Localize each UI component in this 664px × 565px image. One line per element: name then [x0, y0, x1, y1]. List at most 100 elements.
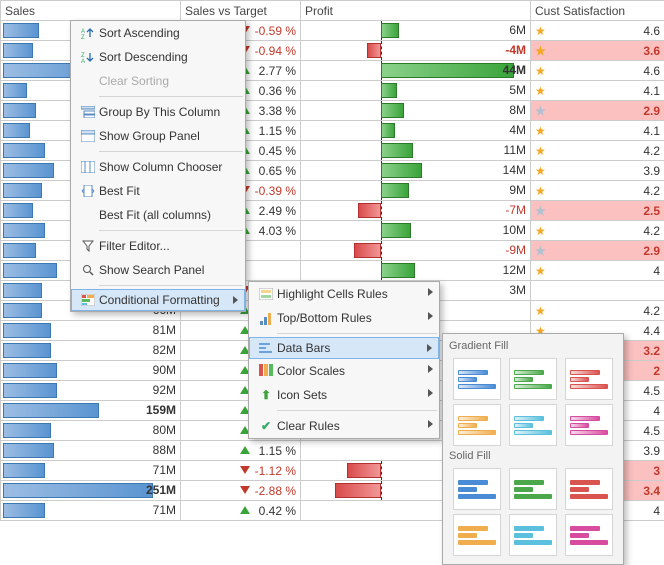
cell-cs[interactable]: ★2.9: [531, 241, 664, 261]
databar-gradient-tile[interactable]: [453, 404, 501, 446]
column-context-menu[interactable]: AZ Sort Ascending ZA Sort Descending Cle…: [70, 20, 246, 312]
submenu-highlight-cells[interactable]: Highlight Cells Rules: [249, 282, 439, 306]
cell-profit[interactable]: 6M: [301, 21, 531, 41]
databar-gradient-tile[interactable]: [509, 404, 557, 446]
cell-cs[interactable]: ★4.2: [531, 221, 664, 241]
cell-profit[interactable]: -9M: [301, 241, 531, 261]
cell-sales[interactable]: 88M: [1, 441, 181, 461]
best-fit-all-icon: [77, 206, 99, 224]
cell-cs[interactable]: ★4.2: [531, 301, 664, 321]
menu-conditional-formatting[interactable]: Conditional Formatting: [71, 289, 245, 311]
databar-gradient-tile[interactable]: [565, 358, 613, 400]
cell-profit[interactable]: -7M: [301, 201, 531, 221]
cell-svt[interactable]: 0.42 %: [181, 501, 301, 521]
profit-axis: [381, 41, 382, 60]
conditional-formatting-submenu[interactable]: Highlight Cells Rules Top/Bottom Rules D…: [248, 281, 440, 439]
cell-profit[interactable]: 5M: [301, 81, 531, 101]
menu-column-chooser[interactable]: Show Column Chooser: [71, 155, 245, 179]
cell-sales[interactable]: 71M: [1, 501, 181, 521]
menu-best-fit[interactable]: Best Fit: [71, 179, 245, 203]
submenu-icon-sets[interactable]: ⬆ Icon Sets: [249, 383, 439, 407]
cell-cs[interactable]: ★4.2: [531, 141, 664, 161]
cs-value: 3.2: [643, 344, 660, 358]
sort-desc-icon: ZA: [77, 48, 99, 66]
cell-sales[interactable]: 81M: [1, 321, 181, 341]
cell-profit[interactable]: 9M: [301, 181, 531, 201]
cs-value: 4.2: [643, 144, 660, 158]
cell-profit[interactable]: 10M: [301, 221, 531, 241]
col-header-cs[interactable]: Cust Satisfaction: [531, 1, 664, 21]
databar-solid-tile[interactable]: [453, 468, 501, 510]
chevron-right-icon: [428, 420, 433, 428]
databar-gradient-tile[interactable]: [453, 358, 501, 400]
menu-sort-ascending[interactable]: AZ Sort Ascending: [71, 21, 245, 45]
menu-label: Filter Editor...: [99, 239, 170, 253]
submenu-color-scales[interactable]: Color Scales: [249, 359, 439, 383]
profit-value: -4M: [505, 43, 526, 57]
star-icon: ★: [535, 124, 546, 138]
svt-value: 0.42 %: [259, 504, 296, 518]
menu-label: Best Fit (all columns): [99, 208, 211, 222]
cell-sales[interactable]: 82M: [1, 341, 181, 361]
menu-sort-descending[interactable]: ZA Sort Descending: [71, 45, 245, 69]
cell-svt[interactable]: 1.15 %: [181, 441, 301, 461]
col-header-sales[interactable]: Sales: [1, 1, 181, 21]
col-header-svt[interactable]: Sales vs Target: [181, 1, 301, 21]
menu-show-search-panel[interactable]: Show Search Panel: [71, 258, 245, 282]
databar-gradient-tile[interactable]: [509, 358, 557, 400]
databar-solid-tile[interactable]: [509, 514, 557, 556]
menu-show-group-panel[interactable]: Show Group Panel: [71, 124, 245, 148]
databar-solid-tile[interactable]: [565, 514, 613, 556]
svt-value: -0.39 %: [255, 184, 296, 198]
cell-sales[interactable]: 80M: [1, 421, 181, 441]
cell-cs[interactable]: ★2.5: [531, 201, 664, 221]
cell-sales[interactable]: 92M: [1, 381, 181, 401]
databar-gradient-tile[interactable]: [565, 404, 613, 446]
submenu-top-bottom[interactable]: Top/Bottom Rules: [249, 306, 439, 330]
cell-cs[interactable]: ★4.6: [531, 61, 664, 81]
cell-cs[interactable]: ★4.1: [531, 81, 664, 101]
submenu-clear-rules[interactable]: ✔ Clear Rules: [249, 414, 439, 438]
profit-value: 6M: [509, 23, 526, 37]
sales-databar: [3, 483, 153, 498]
col-header-profit[interactable]: Profit: [301, 1, 531, 21]
sales-databar: [3, 23, 39, 38]
databar-solid-tile[interactable]: [565, 468, 613, 510]
cell-cs[interactable]: ★4: [531, 261, 664, 281]
cell-profit[interactable]: 14M: [301, 161, 531, 181]
cell-cs[interactable]: ★3.6: [531, 41, 664, 61]
svt-value: 2.49 %: [259, 204, 296, 218]
star-icon: ★: [535, 104, 546, 118]
menu-best-fit-all[interactable]: Best Fit (all columns): [71, 203, 245, 227]
cell-sales[interactable]: 71M: [1, 461, 181, 481]
data-bars-gallery[interactable]: Gradient Fill Solid Fill: [442, 333, 624, 565]
cell-sales[interactable]: 251M: [1, 481, 181, 501]
databar-solid-tile[interactable]: [509, 468, 557, 510]
cell-sales[interactable]: 90M: [1, 361, 181, 381]
cell-cs[interactable]: ★3.9: [531, 161, 664, 181]
cell-sales[interactable]: 159M: [1, 401, 181, 421]
cell-cs[interactable]: ★4.2: [531, 181, 664, 201]
sales-databar: [3, 323, 51, 338]
databar-solid-tile[interactable]: [453, 514, 501, 556]
cell-cs[interactable]: ★4.1: [531, 121, 664, 141]
profit-databar-pos: [381, 83, 397, 98]
cell-profit[interactable]: 4M: [301, 121, 531, 141]
menu-group-by-column[interactable]: Group By This Column: [71, 100, 245, 124]
cell-cs[interactable]: ★4.6: [531, 21, 664, 41]
submenu-data-bars[interactable]: Data Bars: [249, 337, 439, 359]
cell-profit[interactable]: 12M: [301, 261, 531, 281]
cell-profit[interactable]: 11M: [301, 141, 531, 161]
cell-cs[interactable]: [531, 281, 664, 301]
cell-profit[interactable]: 8M: [301, 101, 531, 121]
profit-value: 3M: [509, 283, 526, 297]
svt-value: 1.15 %: [259, 444, 296, 458]
svg-text:Z: Z: [81, 35, 85, 40]
cell-svt[interactable]: -2.88 %: [181, 481, 301, 501]
cell-profit[interactable]: 44M: [301, 61, 531, 81]
cell-profit[interactable]: -4M: [301, 41, 531, 61]
menu-filter-editor[interactable]: Filter Editor...: [71, 234, 245, 258]
cell-cs[interactable]: ★2.9: [531, 101, 664, 121]
cell-svt[interactable]: -1.12 %: [181, 461, 301, 481]
svt-value: 1.15 %: [259, 124, 296, 138]
